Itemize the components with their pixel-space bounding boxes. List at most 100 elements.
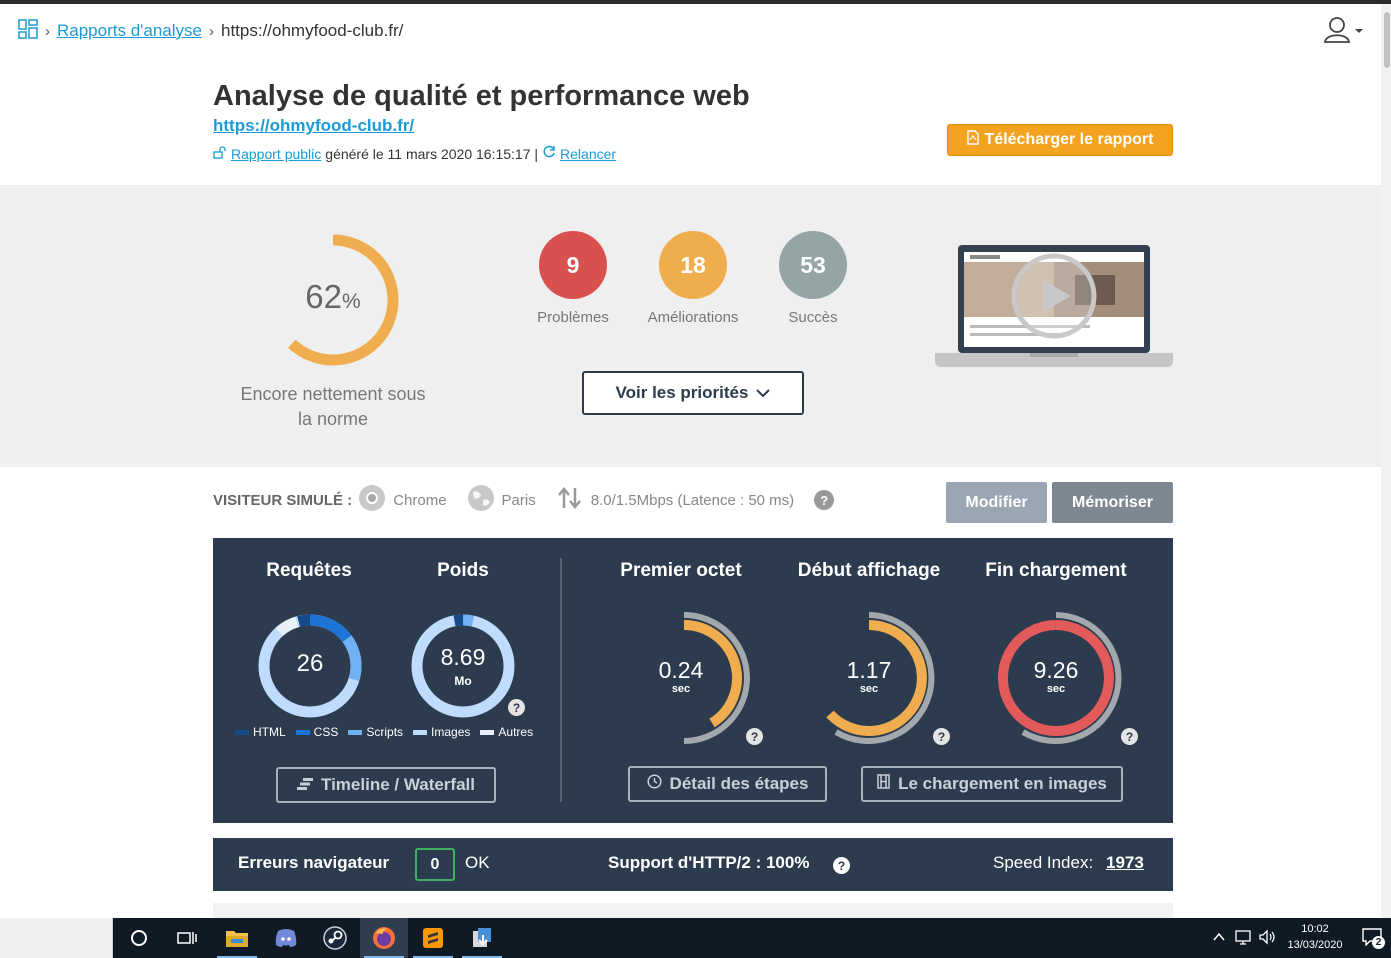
- score-label: Encore nettement sous la norme: [240, 384, 426, 429]
- waterfall-icon: [297, 775, 313, 795]
- help-icon[interactable]: ?: [1121, 728, 1138, 745]
- chrome-icon: [358, 484, 386, 516]
- resource-legend: HTML CSS Scripts Images Autres: [235, 725, 533, 739]
- next-section: [213, 903, 1173, 918]
- simulated-visitor: VISITEUR SIMULÉ : Chrome Paris 8.0/1.5Mb…: [213, 484, 835, 516]
- modify-button[interactable]: Modifier: [946, 482, 1047, 523]
- priorities-button[interactable]: Voir les priorités: [582, 371, 804, 415]
- clock-time: 10:02: [1301, 923, 1329, 935]
- location-name: Paris: [501, 491, 536, 509]
- summary-section: [0, 185, 1381, 467]
- help-icon[interactable]: ?: [508, 699, 525, 716]
- film-icon: [877, 774, 890, 794]
- help-icon[interactable]: ?: [833, 857, 850, 874]
- ttfb-value: 0.24: [658, 657, 704, 683]
- improvements-count[interactable]: 18: [659, 231, 727, 299]
- taskbar: 10:02 13/03/2020 2: [0, 918, 1391, 958]
- download-report-button[interactable]: Télécharger le rapport: [947, 124, 1173, 156]
- grid-icon[interactable]: [18, 18, 38, 44]
- public-report-link[interactable]: Rapport public: [231, 146, 321, 162]
- browser-errors-status: OK: [465, 853, 490, 872]
- status-bar: Erreurs navigateur 0 OK Support d'HTTP/2…: [213, 838, 1173, 891]
- simulated-visitor-label: VISITEUR SIMULÉ :: [213, 491, 353, 509]
- speed-index-value[interactable]: 1973: [1106, 853, 1144, 873]
- metrics-panel: Requêtes Poids Premier octet Début affic…: [213, 538, 1173, 823]
- notifications-count: 2: [1372, 936, 1385, 949]
- chevron-right-icon: ›: [45, 22, 50, 40]
- improvements-label: Améliorations: [647, 309, 739, 326]
- http2-support: Support d'HTTP/2 : 100%: [608, 853, 810, 872]
- scrollbar[interactable]: [1381, 4, 1391, 918]
- legend-scripts: Scripts: [348, 725, 403, 739]
- clock-icon: [646, 774, 662, 794]
- site-url-link[interactable]: https://ohmyfood-club.fr/: [213, 116, 414, 136]
- notifications-icon[interactable]: 2: [1362, 928, 1386, 950]
- filmstrip-label: Le chargement en images: [898, 774, 1107, 793]
- taskbar-search-box[interactable]: [0, 918, 113, 958]
- window-top-border: [0, 0, 1391, 4]
- start-render-unit: sec: [859, 683, 879, 695]
- connection-speed: 8.0/1.5Mbps (Latence : 50 ms): [590, 491, 795, 509]
- ttfb-title: Premier octet: [620, 560, 742, 581]
- download-report-label: Télécharger le rapport: [984, 131, 1154, 148]
- rerun-link[interactable]: Relancer: [560, 146, 616, 162]
- weight-title: Poids: [437, 560, 489, 581]
- legend-html: HTML: [235, 725, 286, 739]
- legend-images: Images: [413, 725, 470, 739]
- panel-divider: [560, 558, 562, 802]
- page-title: Analyse de qualité et performance web: [213, 80, 750, 112]
- requests-title: Requêtes: [266, 560, 352, 581]
- discord-icon[interactable]: [262, 918, 310, 958]
- requests-value: 26: [296, 650, 324, 677]
- scrollbar-thumb[interactable]: [1384, 12, 1390, 68]
- breadcrumb: › Rapports d'analyse › https://ohmyfood-…: [18, 18, 403, 44]
- filmstrip-button[interactable]: Le chargement en images: [861, 766, 1123, 802]
- problems-label: Problèmes: [537, 309, 609, 326]
- start-render-title: Début affichage: [797, 560, 941, 581]
- save-button[interactable]: Mémoriser: [1052, 482, 1173, 523]
- cortana-icon[interactable]: [115, 918, 163, 958]
- installer-icon[interactable]: [458, 918, 506, 958]
- screenshot-preview-play[interactable]: [935, 245, 1173, 369]
- fully-loaded-value: 9.26: [1033, 657, 1079, 683]
- user-menu[interactable]: [1322, 16, 1366, 44]
- refresh-icon: [542, 145, 556, 162]
- problems-count[interactable]: 9: [539, 231, 607, 299]
- weight-value: 8.69: [440, 644, 486, 670]
- priorities-label: Voir les priorités: [615, 383, 749, 402]
- help-icon[interactable]: ?: [814, 490, 835, 510]
- unlock-icon: [213, 145, 227, 162]
- fully-loaded-title: Fin chargement: [985, 560, 1127, 581]
- weight-unit: Mo: [454, 674, 472, 688]
- steps-detail-button[interactable]: Détail des étapes: [628, 766, 827, 802]
- file-explorer-icon[interactable]: [213, 918, 261, 958]
- system-clock[interactable]: 10:02 13/03/2020: [1280, 921, 1350, 953]
- task-view-icon[interactable]: [163, 918, 211, 958]
- up-down-arrows-icon: [556, 487, 584, 513]
- browser-errors-count: 0: [415, 848, 455, 881]
- start-render-value: 1.17: [846, 657, 892, 683]
- timeline-waterfall-label: Timeline / Waterfall: [321, 775, 475, 794]
- chevron-down-icon: [756, 383, 771, 403]
- ttfb-unit: sec: [671, 683, 691, 695]
- fully-loaded-unit: sec: [1046, 683, 1066, 695]
- generated-date: généré le 11 mars 2020 16:15:17 |: [325, 145, 539, 162]
- sublime-text-icon[interactable]: [409, 918, 457, 958]
- network-icon[interactable]: [1235, 929, 1253, 950]
- help-icon[interactable]: ?: [933, 728, 950, 745]
- legend-css: CSS: [295, 725, 338, 739]
- successes-count[interactable]: 53: [779, 231, 847, 299]
- breadcrumb-reports-link[interactable]: Rapports d'analyse: [57, 21, 202, 41]
- breadcrumb-current: https://ohmyfood-club.fr/: [221, 21, 404, 40]
- chevron-up-icon[interactable]: [1212, 930, 1226, 949]
- pdf-file-icon: [966, 130, 979, 150]
- steam-icon[interactable]: [311, 918, 359, 958]
- help-icon[interactable]: ?: [746, 728, 763, 745]
- score-value: 62%: [305, 278, 361, 315]
- volume-icon[interactable]: [1258, 929, 1276, 950]
- clock-date: 13/03/2020: [1287, 939, 1343, 951]
- firefox-icon[interactable]: [360, 918, 408, 958]
- timeline-waterfall-button[interactable]: Timeline / Waterfall: [276, 767, 496, 803]
- steps-detail-label: Détail des étapes: [669, 774, 809, 793]
- user-icon: [1323, 17, 1363, 43]
